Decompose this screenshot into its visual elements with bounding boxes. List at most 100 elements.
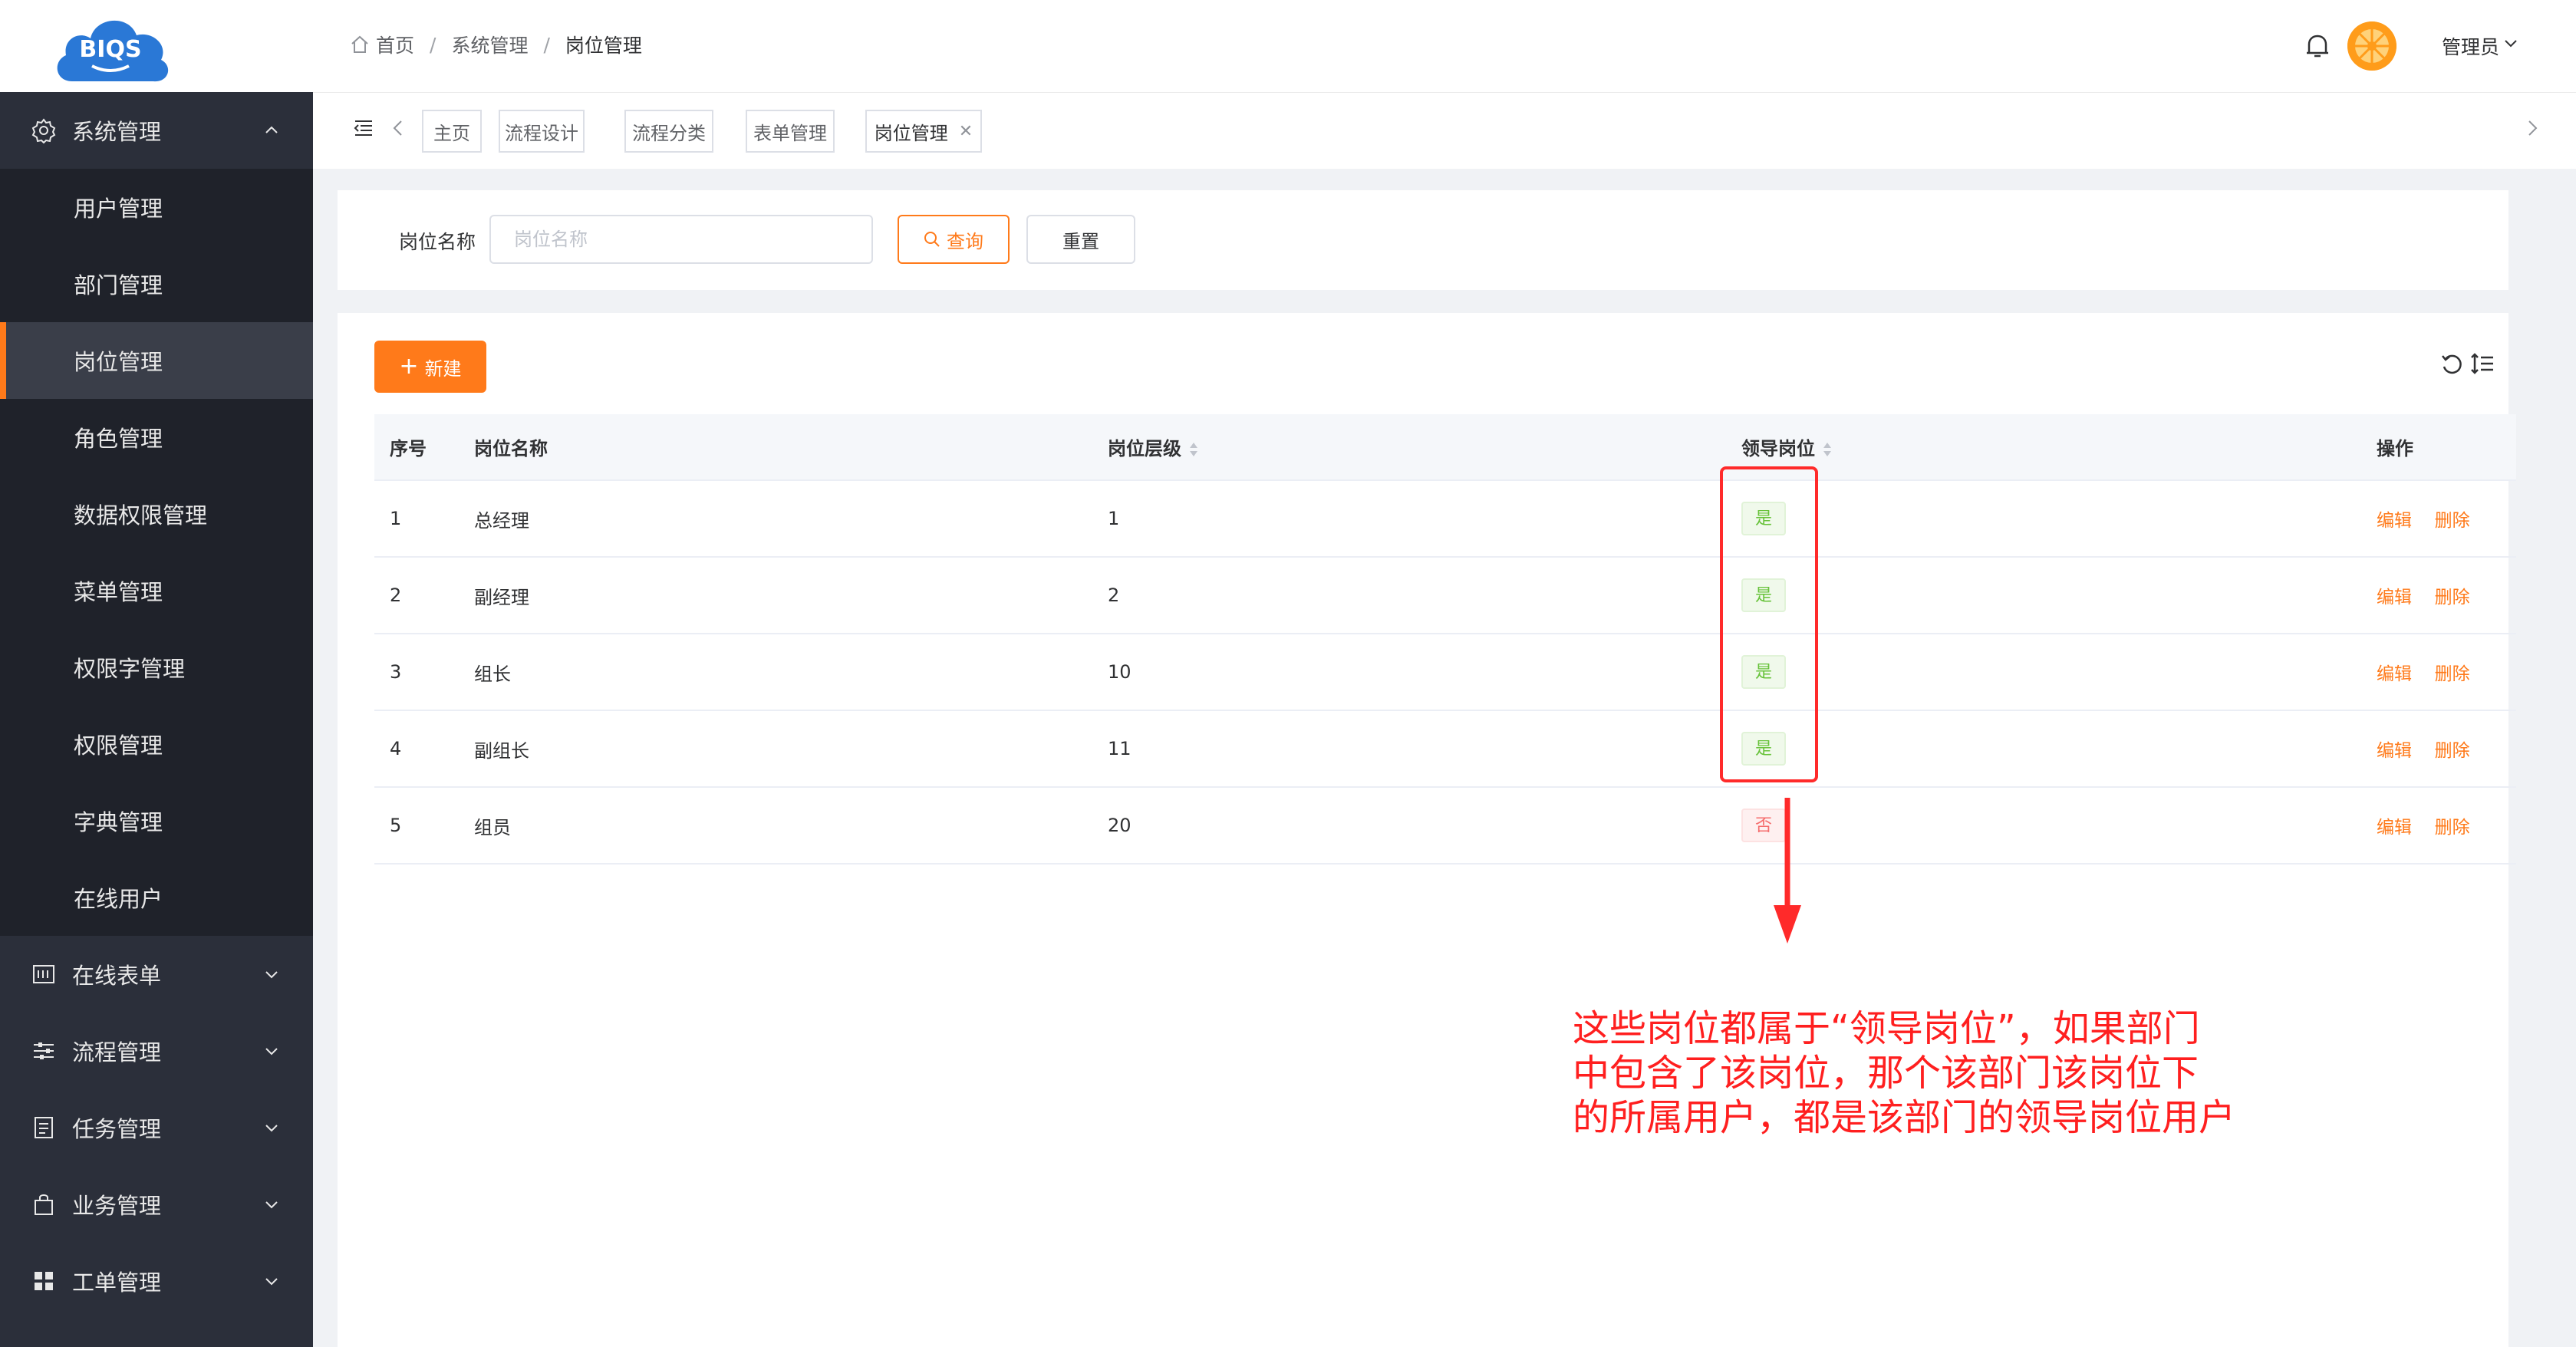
cell-post-name: 组长	[459, 634, 1092, 711]
chevron-down-icon[interactable]	[261, 963, 282, 985]
sidebar-item[interactable]: 岗位管理	[0, 322, 313, 399]
logo-cloud-icon[interactable]: BIQS	[49, 8, 175, 91]
sidebar-group[interactable]: 在线表单	[0, 936, 313, 1013]
col-post-level[interactable]: 岗位层级	[1092, 414, 1726, 481]
sidebar-item[interactable]: 数据权限管理	[0, 476, 313, 552]
user-name[interactable]: 管理员	[2442, 32, 2499, 60]
cell-post-level: 2	[1092, 557, 1726, 634]
collapse-menu-icon[interactable]	[353, 117, 374, 139]
delete-link[interactable]: 删除	[2435, 588, 2470, 608]
cell-actions: 编辑 删除	[2361, 557, 2516, 634]
edit-link[interactable]: 编辑	[2377, 588, 2412, 608]
new-button[interactable]: + 新建	[374, 341, 486, 393]
sidebar-menu: 系统管理 用户管理 部门管理 岗位管理 角色管理 数据权限管理 菜单管理 权限字…	[0, 92, 313, 1319]
sidebar-item[interactable]: 在线用户	[0, 859, 313, 936]
cell-post-level: 20	[1092, 787, 1726, 865]
reset-button[interactable]: 重置	[1026, 215, 1135, 264]
col-leader-post[interactable]: 领导岗位	[1726, 414, 2361, 481]
breadcrumb-separator: /	[430, 33, 436, 56]
sidebar-item[interactable]: 用户管理	[0, 169, 313, 245]
sidebar-item-label: 字典管理	[74, 809, 163, 835]
breadcrumb-system[interactable]: 系统管理	[451, 31, 528, 58]
close-icon[interactable]: ✕	[959, 122, 973, 141]
chevron-up-icon[interactable]	[261, 120, 282, 141]
sidebar-item[interactable]: 权限管理	[0, 706, 313, 782]
table-panel: + 新建 序号 岗位名称 岗位层级 领导岗位 操作 1 总经理 1 是 编辑 删…	[338, 313, 2516, 1347]
breadcrumb-current: 岗位管理	[565, 35, 642, 57]
refresh-icon[interactable]	[2439, 351, 2464, 376]
sidebar-group[interactable]: 工单管理	[0, 1243, 313, 1319]
col-leader-post-label: 领导岗位	[1741, 438, 1815, 459]
column-height-icon[interactable]	[2470, 351, 2495, 376]
query-button[interactable]: 查询	[898, 215, 1010, 264]
col-post-level-label: 岗位层级	[1108, 438, 1181, 459]
tab-home[interactable]: 主页	[422, 110, 482, 153]
avatar[interactable]	[2347, 21, 2396, 71]
edit-link[interactable]: 编辑	[2377, 741, 2412, 761]
tabs-scroll-right-icon[interactable]	[2524, 117, 2541, 139]
sliders-icon	[34, 1042, 54, 1059]
sidebar-group-label: 流程管理	[72, 1039, 162, 1065]
home-icon	[351, 35, 368, 53]
cell-post-name: 副组长	[459, 710, 1092, 788]
logo-text: BIQS	[79, 36, 141, 63]
chevron-down-icon[interactable]	[261, 1194, 282, 1215]
sidebar-group[interactable]: 流程管理	[0, 1013, 313, 1089]
sidebar-item[interactable]: 字典管理	[0, 782, 313, 859]
tabs-scroll-left-icon[interactable]	[390, 117, 407, 139]
cell-index: 5	[374, 787, 459, 865]
col-post-name: 岗位名称	[459, 414, 1092, 481]
sidebar-group[interactable]: 任务管理	[0, 1089, 313, 1166]
sidebar-group-label: 在线表单	[72, 963, 162, 989]
logo-area: BIQS	[0, 0, 313, 92]
table-row: 2 副经理 2 是 编辑 删除	[374, 557, 2516, 634]
chevron-down-icon[interactable]	[261, 1040, 282, 1062]
table-header-row: 序号 岗位名称 岗位层级 领导岗位 操作	[374, 414, 2516, 481]
post-name-input[interactable]	[489, 215, 873, 264]
chevron-down-icon[interactable]	[261, 1270, 282, 1292]
annotation-text: 这些岗位都属于“领导岗位”，如果部门 中包含了该岗位，那个该部门该岗位下 的所属…	[1573, 1006, 2386, 1140]
sidebar: BIQS 系统管理 用户管理 部门管理 岗位管理 角色管理 数据权限管理 菜单管…	[0, 0, 313, 1347]
tab-post-management[interactable]: 岗位管理 ✕	[865, 110, 982, 153]
sort-icon[interactable]	[1188, 440, 1200, 459]
sidebar-item[interactable]: 部门管理	[0, 245, 313, 322]
sidebar-group[interactable]: 业务管理	[0, 1166, 313, 1243]
sidebar-item-label: 菜单管理	[74, 579, 163, 605]
bell-icon[interactable]	[2304, 32, 2331, 60]
sidebar-item-label: 用户管理	[74, 196, 163, 222]
cell-post-name: 组员	[459, 787, 1092, 865]
sidebar-submenu: 用户管理 部门管理 岗位管理 角色管理 数据权限管理 菜单管理 权限字管理 权限…	[0, 169, 313, 936]
delete-link[interactable]: 删除	[2435, 818, 2470, 838]
search-panel: 岗位名称 查询 重置	[338, 190, 2508, 290]
delete-link[interactable]: 删除	[2435, 511, 2470, 531]
tab-process-category[interactable]: 流程分类	[624, 110, 713, 153]
edit-link[interactable]: 编辑	[2377, 511, 2412, 531]
gear-icon	[31, 118, 56, 143]
sidebar-item[interactable]: 角色管理	[0, 399, 313, 476]
cell-leader-post: 否	[1726, 787, 2361, 865]
annotation-line: 中包含了该岗位，那个该部门该岗位下	[1573, 1052, 2199, 1095]
sidebar-item-label: 权限管理	[74, 733, 163, 759]
cell-leader-post: 是	[1726, 634, 2361, 711]
sidebar-group[interactable]: 系统管理	[0, 92, 313, 169]
sidebar-group-label: 工单管理	[72, 1270, 162, 1296]
sort-icon[interactable]	[1821, 440, 1833, 459]
tab-form-management[interactable]: 表单管理	[746, 110, 835, 153]
sidebar-item[interactable]: 菜单管理	[0, 552, 313, 629]
sidebar-item-label: 角色管理	[74, 426, 163, 452]
delete-link[interactable]: 删除	[2435, 741, 2470, 761]
chevron-down-icon[interactable]	[261, 1117, 282, 1138]
cell-leader-post: 是	[1726, 710, 2361, 788]
edit-link[interactable]: 编辑	[2377, 664, 2412, 684]
sidebar-item-label: 部门管理	[74, 272, 163, 298]
new-button-label: 新建	[424, 357, 462, 380]
delete-link[interactable]: 删除	[2435, 664, 2470, 684]
sidebar-item[interactable]: 权限字管理	[0, 629, 313, 706]
cell-actions: 编辑 删除	[2361, 710, 2516, 788]
chevron-down-icon[interactable]	[2502, 35, 2519, 52]
breadcrumb-home[interactable]: 首页	[376, 31, 414, 58]
tab-label: 主页	[433, 122, 470, 144]
sidebar-item-label: 岗位管理	[74, 349, 163, 375]
edit-link[interactable]: 编辑	[2377, 818, 2412, 838]
tab-process-design[interactable]: 流程设计	[499, 110, 585, 153]
